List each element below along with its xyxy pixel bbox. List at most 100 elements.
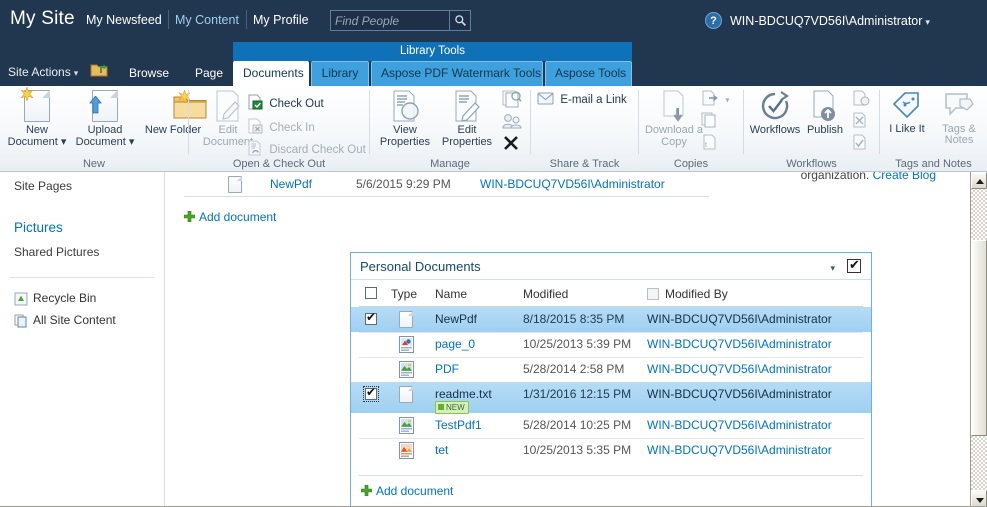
row-modified-by[interactable]: WIN-BDCUQ7VD56I\Administrator <box>647 312 832 326</box>
find-people-input[interactable] <box>331 11 449 30</box>
sidebar-header-pictures[interactable]: Pictures <box>14 220 63 235</box>
manage-copies-icon <box>701 112 719 131</box>
sidebar-item-label-all-site-content: All Site Content <box>33 313 116 327</box>
row-modified-by[interactable]: WIN-BDCUQ7VD56I\Administrator <box>647 337 832 351</box>
search-icon[interactable] <box>450 10 471 31</box>
table-row[interactable]: readme.txt NEW 1/31/2016 12:15 PM WIN-BD… <box>351 382 871 414</box>
row-name[interactable]: TestPdf1 <box>435 418 482 432</box>
webpart-select-all-checkbox[interactable] <box>847 257 861 273</box>
scrollbar-thumb[interactable] <box>971 240 987 436</box>
sidebar-item-all-site-content[interactable]: All Site Content <box>14 313 116 328</box>
list-item-name[interactable]: NewPdf <box>270 177 312 191</box>
cancel-approval-button[interactable] <box>852 112 873 132</box>
delete-document-button[interactable] <box>502 134 523 154</box>
table-row[interactable]: NewPdf 5/6/2015 9:29 PM WIN-BDCUQ7VD56I\… <box>184 174 709 195</box>
navigate-up-icon[interactable] <box>90 62 108 78</box>
scroll-down-button[interactable] <box>971 490 987 507</box>
new-document-button[interactable]: New Document ▾ <box>6 87 68 148</box>
column-header-type[interactable]: Type <box>391 287 417 301</box>
column-header-modified-by[interactable]: Modified By <box>665 287 728 301</box>
send-to-button[interactable]: ▾ <box>701 90 729 110</box>
check-out-button[interactable]: Check Out <box>247 94 324 114</box>
i-like-it-label: I Like It <box>889 123 925 135</box>
download-a-copy-button[interactable]: Download a Copy <box>643 90 705 148</box>
check-in-button[interactable]: Check In <box>247 118 315 138</box>
sidebar-item-shared-pictures[interactable]: Shared Pictures <box>14 245 99 259</box>
tags-and-notes-icon <box>943 90 975 122</box>
approve-reject-button[interactable] <box>852 90 873 110</box>
table-row[interactable]: tet 10/25/2013 5:35 PM WIN-BDCUQ7VD56I\A… <box>351 438 871 463</box>
email-a-link-button[interactable]: E-mail a Link <box>537 90 627 110</box>
ribbon-group-label-new: New <box>82 158 105 170</box>
ribbon-group-copies: Download a Copy ▾ t Copies <box>639 86 743 172</box>
publish-button[interactable]: Publish <box>794 90 856 136</box>
column-header-modified[interactable]: Modified <box>523 287 568 301</box>
edit-properties-button[interactable]: Edit Properties <box>436 90 498 148</box>
scroll-up-button[interactable] <box>971 172 987 189</box>
vertical-scrollbar[interactable] <box>970 172 987 507</box>
go-to-source-button[interactable]: t <box>701 134 722 154</box>
add-document-link-webpart[interactable]: Add document <box>360 484 453 498</box>
user-menu-label: WIN-BDCUQ7VD56I\Administrator <box>730 14 923 28</box>
row-name[interactable]: tet <box>435 443 448 457</box>
row-modified-by[interactable]: WIN-BDCUQ7VD56I\Administrator <box>647 418 832 432</box>
row-name[interactable]: readme.txt <box>435 387 492 401</box>
my-site-logo[interactable]: My Site <box>10 8 75 30</box>
suite-link-my-content[interactable]: My Content <box>175 13 239 27</box>
column-header-name[interactable]: Name <box>435 287 467 301</box>
table-row[interactable]: page_0 10/25/2013 5:39 PM WIN-BDCUQ7VD56… <box>351 332 871 357</box>
row-modified-by[interactable]: WIN-BDCUQ7VD56I\Administrator <box>647 362 832 376</box>
site-actions-menu[interactable]: Site Actions ▾ <box>8 65 78 79</box>
upload-document-button[interactable]: Upload Document ▾ <box>74 90 136 148</box>
row-modified-by[interactable]: WIN-BDCUQ7VD56I\Administrator <box>647 387 832 401</box>
table-row[interactable]: PDF 5/28/2014 2:58 PM WIN-BDCUQ7VD56I\Ad… <box>351 357 871 382</box>
blank-document-icon <box>228 176 242 196</box>
chevron-down-icon[interactable]: ▾ <box>830 263 835 274</box>
row-name[interactable]: page_0 <box>435 337 475 351</box>
webpart-header: Personal Documents ▾ <box>351 253 871 280</box>
add-document-link-upper[interactable]: Add document <box>183 210 277 224</box>
new-document-label: New Document <box>7 124 58 148</box>
ribbon-tab-browse[interactable]: Browse <box>120 61 178 86</box>
ribbon-tab-aspose-tools[interactable]: Aspose Tools <box>545 61 632 86</box>
list-item-modified-by[interactable]: WIN-BDCUQ7VD56I\Administrator <box>480 177 665 191</box>
document-permissions-button[interactable] <box>502 112 525 132</box>
row-modified-by[interactable]: WIN-BDCUQ7VD56I\Administrator <box>647 443 832 457</box>
modified-by-checkbox[interactable] <box>647 288 659 300</box>
add-document-label-upper: Add document <box>199 210 277 224</box>
view-properties-button[interactable]: View Properties <box>374 90 436 148</box>
recycle-bin-icon <box>14 292 28 306</box>
go-to-source-icon: t <box>701 134 719 153</box>
manage-workflow-button[interactable] <box>852 134 873 154</box>
suite-link-my-newsfeed[interactable]: My Newsfeed <box>86 13 162 27</box>
ribbon-tab-page[interactable]: Page <box>186 61 232 86</box>
help-icon[interactable]: ? <box>705 12 722 29</box>
ribbon-group-share-track: E-mail a Link Share & Track <box>531 86 638 172</box>
ribbon-tab-documents[interactable]: Documents <box>233 61 309 86</box>
create-blog-link[interactable]: Create Blog <box>873 172 936 182</box>
contextual-tab-banner: Library Tools <box>233 42 632 61</box>
ribbon-tab-library[interactable]: Library <box>311 61 369 86</box>
select-all-checkbox[interactable] <box>365 287 377 299</box>
download-a-copy-label: Download a Copy <box>644 124 704 148</box>
svg-text:t: t <box>705 142 707 149</box>
discard-check-out-button[interactable]: Discard Check Out <box>247 140 366 160</box>
version-history-button[interactable] <box>502 90 525 110</box>
table-row[interactable]: NewPdf 8/18/2015 8:35 PM WIN-BDCUQ7VD56I… <box>351 307 871 332</box>
row-name[interactable]: PDF <box>435 362 459 376</box>
tags-and-notes-button[interactable]: Tags & Notes <box>934 90 984 146</box>
email-a-link-label: E-mail a Link <box>560 94 627 106</box>
user-menu[interactable]: WIN-BDCUQ7VD56I\Administrator ▾ <box>730 14 930 28</box>
page-body: Site Pages Pictures Shared Pictures Recy… <box>0 172 987 507</box>
sidebar-item-site-pages[interactable]: Site Pages <box>14 179 72 193</box>
row-checkbox[interactable] <box>365 310 377 325</box>
i-like-it-button[interactable]: I Like It <box>882 90 932 135</box>
suite-link-my-profile[interactable]: My Profile <box>253 13 309 27</box>
sidebar-item-recycle-bin[interactable]: Recycle Bin <box>14 291 96 306</box>
row-name[interactable]: NewPdf <box>435 312 477 326</box>
blank-document-icon <box>399 311 413 331</box>
ribbon-tab-aspose-pdf-watermark-tools[interactable]: Aspose PDF Watermark Tools <box>371 61 543 86</box>
manage-copies-button[interactable] <box>701 112 722 132</box>
row-checkbox[interactable] <box>363 385 379 402</box>
table-row[interactable]: TestPdf1 5/28/2014 10:25 PM WIN-BDCUQ7VD… <box>351 413 871 438</box>
